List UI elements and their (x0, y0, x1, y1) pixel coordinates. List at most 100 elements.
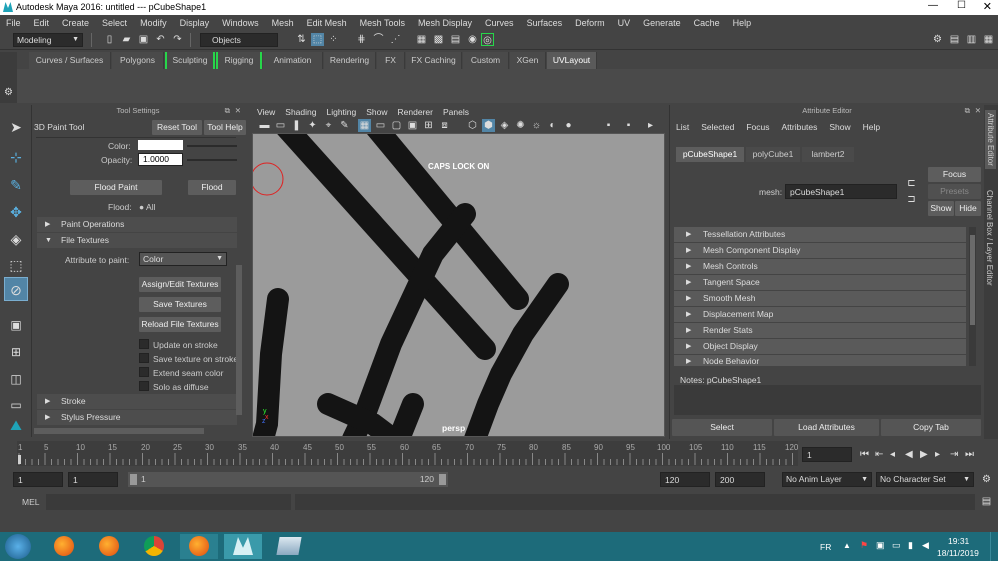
save-textures-button[interactable]: Save Textures (139, 297, 221, 312)
viewport-persp[interactable]: CAPS LOCK ON persp xyz (252, 133, 665, 437)
section-node-behavior[interactable]: ▶ Node Behavior (674, 355, 966, 366)
select-by-component-icon[interactable]: ⁘ (327, 33, 340, 46)
playback-start-field[interactable]: 1 (68, 472, 118, 487)
shelf-tab-animation[interactable]: Animation (263, 52, 323, 69)
load-attributes-button[interactable]: Load Attributes (774, 419, 879, 436)
range-slider[interactable]: 1 120 (128, 472, 448, 487)
volume-icon[interactable]: ◀ (922, 540, 929, 551)
section-stroke[interactable]: ▶ Stroke (37, 394, 237, 409)
play-backwards-icon[interactable]: ◀ (905, 449, 920, 460)
step-forward-key-icon[interactable]: ⇥ (950, 449, 965, 460)
update-on-stroke-checkbox[interactable] (139, 339, 149, 349)
go-to-end-icon[interactable]: ⏭ (965, 449, 980, 460)
menu-curves[interactable]: Curves (479, 15, 521, 31)
step-forward-frame-icon[interactable]: ▸ (935, 449, 950, 460)
xgen-toggle-icon[interactable]: ◎ (481, 33, 494, 46)
language-indicator[interactable]: FR (820, 542, 831, 552)
firefox-taskbar-icon-2[interactable] (90, 534, 128, 559)
tray-flag-icon[interactable]: ⚑ (860, 540, 868, 551)
scale-tool-icon[interactable]: ⬚ (4, 253, 28, 277)
reload-file-textures-button[interactable]: Reload File Textures (139, 317, 221, 332)
two-d-pan-icon[interactable]: ⌖ (322, 119, 335, 132)
snap-curve-icon[interactable]: ⌒ (372, 33, 385, 46)
menu-help[interactable]: Help (727, 15, 759, 31)
window-taskbar-icon[interactable] (270, 534, 308, 559)
color-slider[interactable] (187, 145, 237, 147)
xray-icon[interactable]: ● (562, 119, 575, 132)
copy-tab-button[interactable]: Copy Tab (881, 419, 981, 436)
tab-polycube1[interactable]: polyCube1 (746, 147, 800, 162)
shelf-tab-xgen[interactable]: XGen (510, 52, 546, 69)
film-gate-icon[interactable]: ▭ (374, 119, 387, 132)
menu-file[interactable]: File (0, 15, 28, 31)
resolution-gate-icon[interactable]: ▢ (390, 119, 403, 132)
script-language-label[interactable]: MEL (22, 497, 39, 507)
step-back-key-icon[interactable]: ⇤ (875, 449, 890, 460)
section-render-stats[interactable]: ▶ Render Stats (674, 323, 966, 338)
flood-paint-button[interactable]: Flood Paint (70, 180, 162, 195)
attr-menu-selected[interactable]: Selected (701, 122, 734, 132)
current-frame-field[interactable]: 1 (802, 447, 852, 462)
redo-icon[interactable]: ↷ (171, 33, 184, 46)
reset-tool-button[interactable]: Reset Tool (152, 120, 202, 135)
image-plane-icon[interactable]: ✦ (306, 119, 319, 132)
close-panel-icon[interactable]: ✕ (235, 105, 241, 117)
show-desktop-button[interactable] (990, 532, 998, 561)
chrome-taskbar-icon[interactable] (135, 534, 173, 559)
menu-surfaces[interactable]: Surfaces (521, 15, 570, 31)
side-tab-channel-box[interactable]: Channel Box / Layer Editor (985, 190, 994, 286)
close-window-button[interactable]: ✕ (983, 0, 992, 13)
vp-menu-panels[interactable]: Panels (438, 105, 474, 119)
new-scene-icon[interactable]: ▯ (103, 33, 116, 46)
isolate-select-icon[interactable]: ▪ (602, 119, 615, 132)
section-mesh-component-display[interactable]: ▶ Mesh Component Display (674, 243, 966, 258)
tray-app-icon[interactable]: ▣ (876, 540, 885, 551)
clock-date[interactable]: 18/11/2019 (937, 548, 979, 558)
shadows-icon[interactable]: ◐ (546, 119, 559, 132)
menu-deform[interactable]: Deform (569, 15, 612, 31)
menu-cache[interactable]: Cache (688, 15, 727, 31)
maya-home-icon[interactable]: ⛰ (4, 413, 28, 437)
command-input[interactable] (46, 494, 291, 510)
menu-display[interactable]: Display (174, 15, 217, 31)
select-by-hierarchy-icon[interactable]: ⇅ (295, 33, 308, 46)
shelf-settings-icon[interactable]: ⚙ (2, 86, 15, 99)
wireframe-icon[interactable]: ⬡ (466, 119, 479, 132)
move-tool-icon[interactable]: ✥ (4, 200, 28, 224)
paint-tool-icon[interactable]: ⊘ (4, 277, 28, 301)
clock-time[interactable]: 19:31 (948, 536, 969, 546)
tray-up-arrow-icon[interactable]: ▲ (843, 541, 851, 550)
time-ruler[interactable]: 1 5 10 15 20 25 30 35 40 45 50 55 60 65 … (17, 441, 798, 466)
play-forwards-icon[interactable]: ▶ (920, 449, 935, 460)
firefox-taskbar-icon[interactable] (45, 534, 83, 559)
step-back-frame-icon[interactable]: ◂ (890, 449, 905, 460)
animation-end-field[interactable]: 200 (715, 472, 765, 487)
shelf-tab-curves-surfaces[interactable]: Curves / Surfaces (29, 52, 111, 69)
opacity-slider[interactable] (187, 159, 237, 161)
workspace-icon[interactable]: ⚙ (931, 33, 944, 46)
shelf-tab-fx[interactable]: FX (377, 52, 405, 69)
focus-button[interactable]: Focus (928, 167, 981, 182)
attr-menu-list[interactable]: List (676, 122, 689, 132)
attr-scrollbar[interactable] (969, 227, 976, 366)
go-to-output-icon[interactable]: ⊐ (905, 193, 918, 206)
select-tool-icon[interactable]: ➤ (4, 115, 28, 139)
safe-action-icon[interactable]: ⧈ (438, 119, 451, 132)
animation-start-field[interactable]: 1 (13, 472, 63, 487)
vertical-scrollbar[interactable] (236, 265, 242, 415)
extend-seam-color-checkbox[interactable] (139, 367, 149, 377)
select-by-object-icon[interactable]: ⬚ (311, 33, 324, 46)
gate-mask-icon[interactable]: ▣ (406, 119, 419, 132)
flood-button[interactable]: Flood (188, 180, 236, 195)
assign-edit-textures-button[interactable]: Assign/Edit Textures (139, 277, 221, 292)
two-view-icon[interactable]: ◫ (4, 367, 28, 391)
attr-to-paint-dropdown[interactable]: Color ▼ (139, 252, 227, 266)
section-file-textures[interactable]: ▼ File Textures (37, 233, 237, 248)
firefox-taskbar-icon-3[interactable] (180, 534, 218, 559)
menu-mesh-display[interactable]: Mesh Display (412, 15, 479, 31)
float-panel-icon[interactable]: ⧉ (225, 105, 230, 117)
tab-pcubeshape1[interactable]: pCubeShape1 (676, 147, 744, 162)
vp-menu-show[interactable]: Show (361, 105, 392, 119)
tray-monitor-icon[interactable]: ▭ (892, 540, 901, 551)
layout-icon-3[interactable]: ▦ (982, 33, 995, 46)
